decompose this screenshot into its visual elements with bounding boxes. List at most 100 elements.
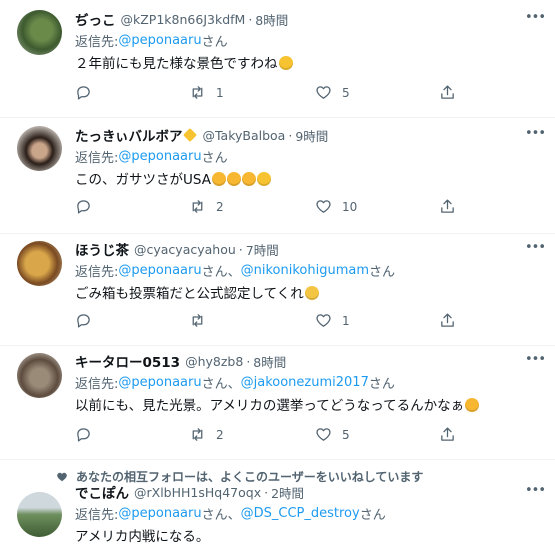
username[interactable]: @kZP1k8n66J3kdfM [121,12,246,27]
display-name[interactable]: キータロー0513 [75,351,180,371]
username[interactable]: @TakyBalboa [202,128,285,143]
mention-link[interactable]: @peponaaru [118,149,201,164]
share-icon [441,427,454,441]
retweet-icon [192,428,203,441]
reply-tweet[interactable]: ほうじ茶 @cyacyacyahou · 7時間 返信先: @peponaaru さん、 @… [0,234,555,346]
replying-to-label: 返信先: [75,34,119,50]
rolling-on-floor-laughing-icon [241,172,256,186]
retweet-button[interactable]: 2 [189,198,224,215]
avatar[interactable] [17,241,62,286]
heart-icon [316,428,331,441]
reply-feed: ぢっこ @kZP1k8n66J3kdfM · 8時間 返信先: @peponaaru さん… [0,0,555,557]
tweet-text: この、ガサツさがUSA [75,170,545,190]
mention-link[interactable]: @peponaaru [118,263,201,278]
reply-tweet[interactable]: たっきぃバルボア @TakyBalboa · 9時間 返信先: @peponaaru さん… [0,118,555,234]
share-button[interactable] [439,84,456,101]
zany-face-icon [256,172,271,186]
reply-tweet[interactable]: キータロー0513 @hy8zb8 · 8時間 返信先: @peponaaru さん、 @j… [0,346,555,460]
timestamp[interactable]: 8時間 [255,10,288,29]
share-icon [441,199,454,213]
mention-suffix: さん [201,150,228,166]
display-name[interactable]: ほうじ茶 [75,239,129,259]
username[interactable]: @hy8zb8 [185,354,243,369]
replying-to-label: 返信先: [75,264,119,280]
display-name[interactable]: でこぽん [75,482,129,502]
retweet-button[interactable]: 2 [189,426,224,443]
username[interactable]: @rXlbHH1sHq47oqx [134,485,261,500]
reply-button[interactable] [75,198,92,215]
rolling-on-floor-laughing-icon [226,172,241,186]
timestamp[interactable]: 2時間 [271,483,304,502]
mention-suffix: さん [201,34,228,50]
mention-link[interactable]: @peponaaru [118,506,201,521]
retweet-count: 2 [216,199,224,214]
mention-suffix: さん [368,376,395,392]
avatar[interactable] [17,353,62,398]
heart-icon [316,86,331,99]
like-button[interactable]: 5 [315,84,350,101]
avatar[interactable] [17,126,62,171]
mention-link[interactable]: @peponaaru [118,33,201,48]
reply-tweet[interactable]: あなたの相互フォローは、よくこのユーザーをいいねしています でこぽん @rXlbHH… [0,460,555,557]
display-name[interactable]: ぢっこ [75,9,116,29]
share-button[interactable] [439,198,456,215]
timestamp[interactable]: 8時間 [253,352,286,371]
tweet-header: でこぽん @rXlbHH1sHq47oqx · 2時間 [75,481,545,503]
separator-dot: · [288,127,293,143]
more-icon[interactable]: ••• [525,10,546,28]
display-name[interactable]: たっきぃバルボア [75,125,182,145]
separator-dot: · [246,353,251,369]
mention-suffix: さん、 [201,264,241,280]
tweet-header: たっきぃバルボア @TakyBalboa · 9時間 [75,124,545,146]
tweet-text: 以前にも、見た光景。アメリカの選挙ってどうなってるんかなぁ [75,396,545,416]
avatar[interactable] [17,492,62,537]
reply-button[interactable] [75,84,92,101]
mention-suffix: さん [359,507,386,523]
like-button[interactable]: 1 [315,312,350,329]
retweet-button[interactable] [189,312,206,329]
tweet-header: ぢっこ @kZP1k8n66J3kdfM · 8時間 [75,8,545,30]
mention-link[interactable]: @nikonikohigumam [241,263,369,278]
more-icon[interactable]: ••• [525,352,546,370]
share-button[interactable] [439,426,456,443]
mention-link[interactable]: @peponaaru [118,375,201,390]
like-button[interactable]: 5 [315,426,350,443]
reply-tweet[interactable]: ぢっこ @kZP1k8n66J3kdfM · 8時間 返信先: @peponaaru さん… [0,0,555,118]
tweet-text-content: ごみ箱も投票箱だと公式認定してくれ [75,286,304,302]
replying-to: 返信先: @peponaaru さん、 @jakoonezumi2017 さん [75,372,545,392]
tweet-header: ほうじ茶 @cyacyacyahou · 7時間 [75,238,545,260]
tweet-actions: 2 10 [75,198,495,218]
reply-icon [77,200,90,214]
more-icon[interactable]: ••• [525,240,546,258]
reply-icon [77,314,90,328]
reply-icon [77,86,90,100]
retweet-button[interactable]: 1 [189,84,224,101]
like-count: 5 [342,85,350,100]
hugging-face-icon [304,286,319,300]
retweet-icon [192,86,203,99]
like-count: 5 [342,427,350,442]
mention-link[interactable]: @jakoonezumi2017 [241,375,369,390]
like-count: 1 [342,313,350,328]
upside-down-face-icon [278,56,293,70]
avatar[interactable] [17,10,62,55]
reply-button[interactable] [75,312,92,329]
tweet-text-content: 以前にも、見た光景。アメリカの選挙ってどうなってるんかなぁ [75,398,465,414]
mention-suffix: さん、 [201,376,241,392]
timestamp[interactable]: 9時間 [295,126,328,145]
share-button[interactable] [439,312,456,329]
retweet-count: 1 [216,85,224,100]
reply-button[interactable] [75,426,92,443]
more-icon[interactable]: ••• [525,126,546,144]
username[interactable]: @cyacyacyahou [134,242,236,257]
sparkles-icon [183,128,198,142]
tweet-actions: 15 [75,84,495,104]
heart-icon [316,200,331,213]
heart-icon [57,472,67,481]
timestamp[interactable]: 7時間 [246,240,279,259]
more-icon[interactable]: ••• [525,483,546,501]
mention-link[interactable]: @DS_CCP_destroy [241,506,360,521]
like-button[interactable]: 10 [315,198,357,215]
replying-to-label: 返信先: [75,507,119,523]
reply-icon [77,428,90,442]
